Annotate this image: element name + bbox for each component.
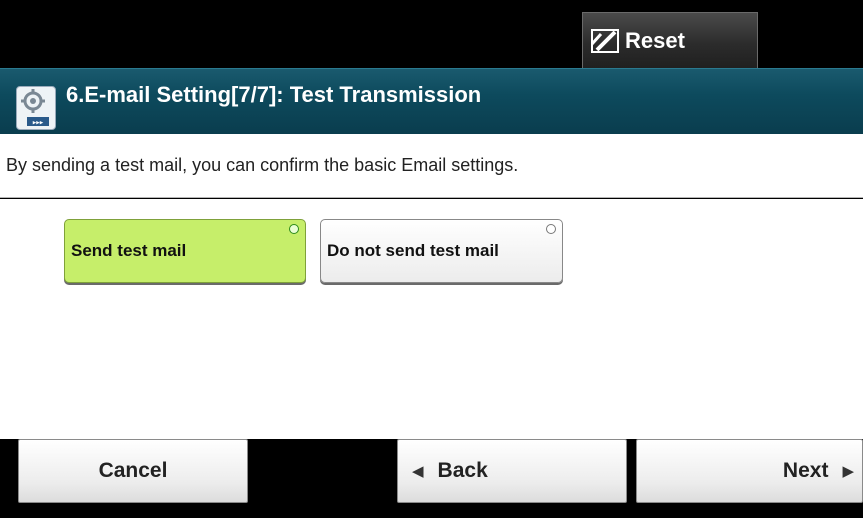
unselected-indicator-icon bbox=[546, 224, 556, 234]
reset-icon bbox=[590, 28, 621, 54]
back-label: Back bbox=[437, 459, 488, 482]
reset-button[interactable]: Reset bbox=[582, 12, 758, 68]
right-arrow-icon: ▶ bbox=[842, 463, 854, 480]
next-button[interactable]: Next ▶ bbox=[636, 439, 863, 503]
back-button[interactable]: ◀ Back bbox=[397, 439, 627, 503]
send-test-mail-button[interactable]: Send test mail bbox=[64, 219, 306, 283]
send-test-mail-label: Send test mail bbox=[71, 241, 187, 260]
do-not-send-test-mail-button[interactable]: Do not send test mail bbox=[320, 219, 563, 283]
title-bar: ▸▸▸ 6.E-mail Setting[7/7]: Test Transmis… bbox=[0, 68, 863, 134]
description-text: By sending a test mail, you can confirm … bbox=[0, 134, 863, 198]
options-area: Send test mail Do not send test mail bbox=[0, 199, 863, 439]
cancel-button[interactable]: Cancel bbox=[18, 439, 248, 503]
page-title: 6.E-mail Setting[7/7]: Test Transmission bbox=[66, 81, 482, 107]
selected-indicator-icon bbox=[289, 224, 299, 234]
bottom-bar: Cancel ◀ Back Next ▶ bbox=[0, 439, 863, 518]
do-not-send-test-mail-label: Do not send test mail bbox=[327, 241, 499, 260]
svg-text:▸▸▸: ▸▸▸ bbox=[33, 118, 44, 126]
settings-gear-icon: ▸▸▸ bbox=[16, 85, 56, 130]
cancel-label: Cancel bbox=[98, 459, 168, 482]
top-bar: Reset bbox=[0, 0, 863, 68]
left-arrow-icon: ◀ bbox=[412, 463, 424, 480]
next-label: Next bbox=[782, 459, 829, 482]
reset-label: Reset bbox=[625, 27, 685, 53]
